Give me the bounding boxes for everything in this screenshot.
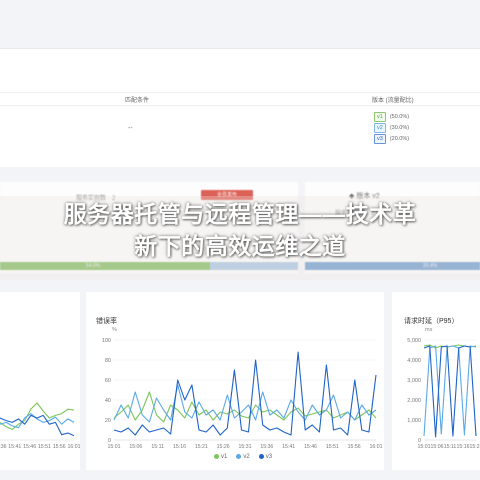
series-line-v3 bbox=[423, 345, 477, 438]
error-rate-card: 错误率 % 0 20 40 60 80 100 15:01 15:06 15:11 15:16 15… bbox=[86, 292, 384, 470]
y-tick-label: 60 bbox=[105, 378, 111, 384]
series-line-v3 bbox=[113, 351, 377, 436]
y-tick-label: 1,000 bbox=[407, 418, 421, 424]
chart-legend: v1 v2 v3 bbox=[214, 454, 272, 460]
y-tick-label: 80 bbox=[105, 358, 111, 364]
x-tick-label: 15:01 bbox=[418, 444, 431, 450]
x-tick-label: 16:01 bbox=[370, 444, 383, 450]
latency-chart: 01,0002,0003,0004,0005,00015:01 15:06 15:1… bbox=[407, 338, 480, 450]
x-tick-label: 15:46 bbox=[23, 444, 36, 450]
legend-item-v3[interactable]: v3 bbox=[258, 454, 273, 461]
y-tick-label: 100 bbox=[102, 338, 111, 344]
x-tick-label: 15:31 bbox=[239, 444, 252, 450]
x-tick-label: 15:16 bbox=[173, 444, 186, 450]
y-tick-label: 2,000 bbox=[407, 398, 421, 404]
x-tick-label: 16:01 bbox=[68, 444, 80, 450]
legend-label: v2 bbox=[243, 454, 250, 461]
x-tick-label: 15:56 bbox=[53, 444, 66, 450]
legend-label: v3 bbox=[265, 454, 273, 461]
version-share-header: 版本 (流量配比) bbox=[372, 98, 414, 104]
headline-line-1: 服务器托管与远程管理——技术革 bbox=[63, 201, 417, 227]
match-condition-header: 匹配条件 bbox=[125, 98, 150, 104]
y-tick-label: 40 bbox=[105, 398, 111, 404]
legend-dot bbox=[258, 454, 264, 459]
version-percent: (30.0%) bbox=[389, 124, 410, 131]
version-item-v3: v3 (20.0%) bbox=[374, 133, 409, 144]
latency-card: 请求时延（P95） ms 0 1,000 2,000 3,000 4,000 5,000 1… bbox=[392, 292, 480, 470]
version-item-v2: v2 (30.0%) bbox=[374, 122, 409, 133]
x-tick-label: 15:41 bbox=[282, 444, 295, 450]
x-tick-label: 15:06 bbox=[431, 444, 444, 450]
partial-line-chart: 15:3615:4115:4615:5115:5616:01 bbox=[0, 402, 80, 450]
version-percent: (50.0%) bbox=[389, 113, 410, 120]
x-tick-label: 15:36 bbox=[0, 444, 7, 450]
x-tick-label: 15:46 bbox=[304, 444, 317, 450]
x-tick-label: 15:06 bbox=[129, 444, 142, 450]
legend-label: v1 bbox=[221, 454, 228, 461]
legend-item-v2[interactable]: v2 bbox=[236, 454, 250, 461]
divider bbox=[0, 105, 480, 106]
version-tag[interactable]: v3 bbox=[374, 133, 386, 144]
headline-line-2: 新下的高效运维之道 bbox=[134, 233, 346, 259]
x-tick-label: 15:01 bbox=[108, 444, 121, 450]
series-line-v2 bbox=[0, 413, 75, 429]
x-tick-label: 15:36 bbox=[260, 444, 273, 450]
x-tick-label: 15:41 bbox=[8, 444, 21, 450]
x-tick-label: 15:26 bbox=[217, 444, 230, 450]
x-tick-label: 15:16 bbox=[457, 444, 470, 450]
legend-item-v1[interactable]: v1 bbox=[214, 454, 227, 460]
x-tick-label: 15:51 bbox=[326, 444, 339, 450]
condition-value: -- bbox=[128, 125, 133, 132]
legend-dot bbox=[236, 454, 242, 459]
x-tick-label: 15:21 bbox=[195, 444, 208, 450]
headline: 服务器托管与远程管理——技术革 新下的高效运维之道 bbox=[0, 198, 480, 262]
y-tick-label: 20 bbox=[105, 418, 111, 424]
x-tick-label: 15:11 bbox=[151, 444, 164, 450]
rules-table-card: 匹配条件 版本 (流量配比) -- v1 (50.0%) v2 (30.0%) … bbox=[0, 48, 480, 167]
y-tick-label: 5,000 bbox=[407, 338, 421, 344]
version-item-v1: v1 (50.0%) bbox=[374, 111, 409, 122]
version-tag[interactable]: v1 bbox=[374, 111, 386, 122]
x-tick-label: 15:56 bbox=[348, 444, 361, 450]
divider bbox=[0, 92, 480, 93]
x-tick-label: 15:21 bbox=[470, 444, 480, 450]
version-tag[interactable]: v2 bbox=[374, 122, 386, 133]
error-rate-chart: 02040608010015:01 15:06 15:11 15:16 15:21 15:… bbox=[102, 338, 383, 450]
legend-dot bbox=[214, 454, 219, 459]
x-tick-label: 15:51 bbox=[38, 444, 51, 450]
y-tick-label: 3,000 bbox=[407, 378, 421, 384]
y-tick-label: 4,000 bbox=[407, 358, 421, 364]
x-tick-label: 15:11 bbox=[444, 444, 457, 450]
version-list: v1 (50.0%) v2 (30.0%) v3 (20.0%) bbox=[374, 111, 409, 144]
version-percent: (20.0%) bbox=[389, 135, 410, 142]
chart-card-partial: 15:3615:4115:4615:5115:5616:01 bbox=[0, 292, 80, 470]
